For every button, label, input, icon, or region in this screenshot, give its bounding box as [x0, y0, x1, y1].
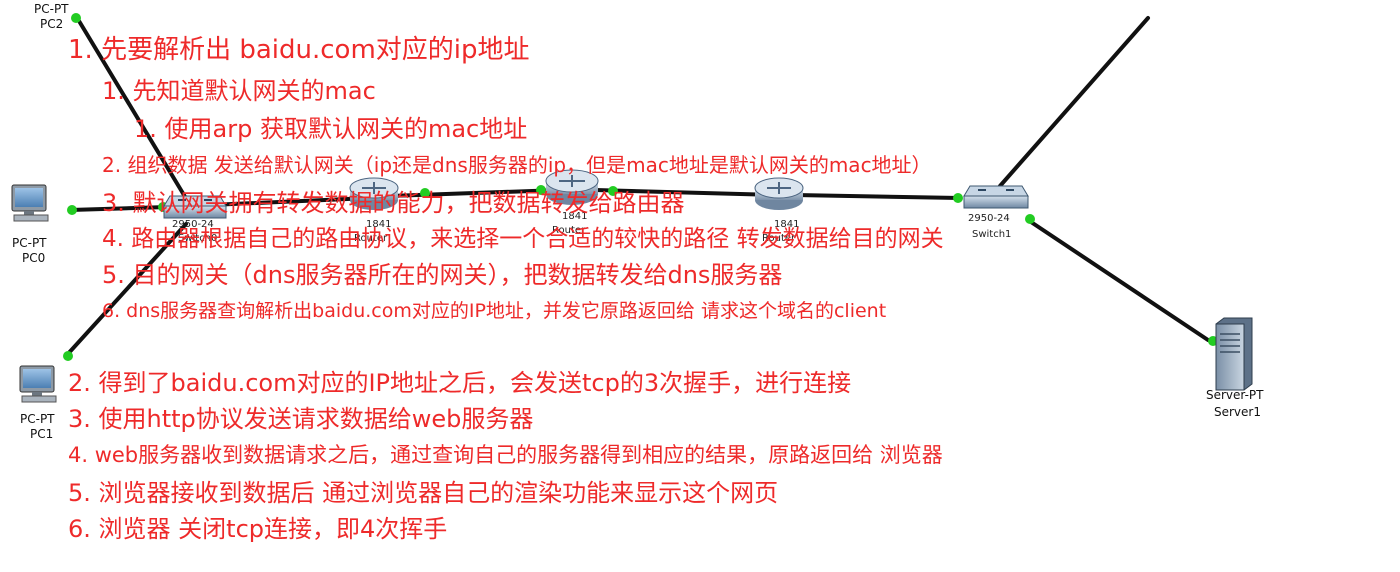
link-switch1-server1	[1026, 218, 1210, 342]
annotation-line: 4. 路由器根据自己的路由协议，来选择一个合适的较快的路径 转发数据给目的网关	[102, 226, 944, 252]
link-router-right-switch1	[793, 193, 962, 200]
server1-type-label: Server-PT	[1206, 388, 1264, 402]
pc1-type-label: PC-PT	[20, 412, 55, 426]
annotation-line: 3. 使用http协议发送请求数据给web服务器	[68, 405, 534, 433]
annotation-line: 6. 浏览器 关闭tcp连接，即4次挥手	[68, 515, 448, 543]
server-icon[interactable]	[1215, 317, 1253, 391]
port-indicator	[63, 351, 73, 361]
annotation-line: 1. 先要解析出 baidu.com对应的ip地址	[68, 35, 530, 65]
pc-icon[interactable]	[19, 365, 57, 403]
annotation-line: 6. dns服务器查询解析出baidu.com对应的IP地址，并发它原路返回给 …	[102, 300, 887, 322]
annotation-line: 5. 浏览器接收到数据后 通过浏览器自己的渲染功能来显示这个网页	[68, 479, 779, 507]
pc2-type-label: PC-PT	[34, 2, 69, 16]
port-indicator	[1025, 214, 1035, 224]
annotation-line: 1. 先知道默认网关的mac	[102, 77, 376, 105]
pc-icon[interactable]	[11, 184, 49, 222]
server1-name-label: Server1	[1214, 405, 1261, 419]
annotation-line: 3. 默认网关拥有转发数据的能力，把数据转发给路由器	[102, 189, 685, 217]
annotation-line: 2. 得到了baidu.com对应的IP地址之后，会发送tcp的3次握手，进行连…	[68, 369, 852, 397]
port-indicator	[67, 205, 77, 215]
pc0-type-label: PC-PT	[12, 236, 47, 250]
annotation-line: 4. web服务器收到数据请求之后，通过查询自己的服务器得到相应的结果，原路返回…	[68, 443, 943, 467]
pc0-name-label: PC0	[22, 251, 46, 265]
annotation-line: 1. 使用arp 获取默认网关的mac地址	[134, 115, 528, 143]
pc1-name-label: PC1	[30, 427, 54, 441]
network-topology-canvas: PC-PT PC2 PC-PT PC0 PC-PT PC1 2950-24 Sw…	[0, 0, 1400, 572]
port-indicator	[71, 13, 81, 23]
pc2-name-label: PC2	[40, 17, 64, 31]
link-switch1-uplink	[998, 16, 1150, 188]
annotation-line: 5. 目的网关（dns服务器所在的网关），把数据转发给dns服务器	[102, 261, 783, 289]
annotation-line: 2. 组织数据 发送给默认网关（ip还是dns服务器的ip，但是mac地址是默认…	[102, 153, 932, 177]
switch1-model-label: 2950-24	[968, 213, 1010, 224]
switch1-name-label: Switch1	[972, 229, 1012, 240]
router-icon[interactable]	[754, 177, 804, 210]
switch-icon[interactable]	[963, 185, 1029, 209]
port-indicator	[953, 193, 963, 203]
